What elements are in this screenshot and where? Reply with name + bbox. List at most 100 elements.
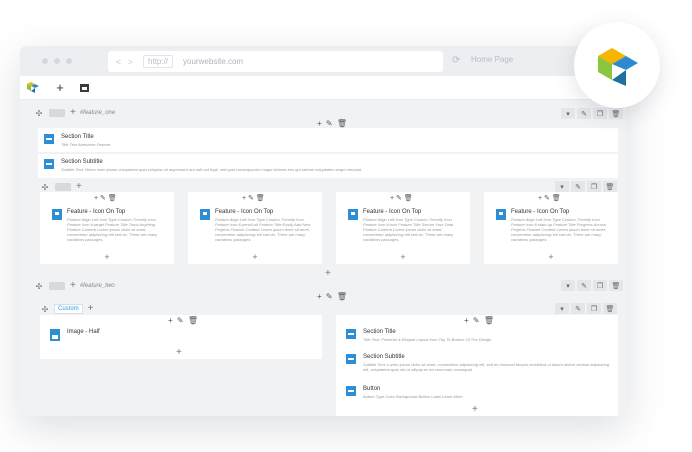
feature-icon	[348, 209, 358, 220]
row-toggle-icon[interactable]: ▾	[561, 108, 575, 119]
section-subtitle-icon	[44, 159, 54, 169]
image-icon	[50, 329, 60, 341]
visual-composer-logo-icon	[598, 48, 638, 86]
section-subtitle-element[interactable]: Section Subtitle Subtitle Text: Lorem ip…	[346, 354, 611, 372]
feature-controls[interactable]: + ✎ 🗑	[94, 194, 117, 202]
column-controls[interactable]: + ✎ 🗑	[317, 292, 348, 301]
row-toggle-icon[interactable]: ▾	[561, 280, 575, 291]
address-bar[interactable]: < > http:// yourwebsite.com	[108, 51, 443, 72]
element-subtitle: Button Type Color Background Button Labe…	[363, 394, 463, 399]
url-text[interactable]: yourwebsite.com	[183, 57, 243, 66]
feature-card[interactable]: + ✎ 🗑 Feature - Icon On Top Feature Alig…	[336, 192, 470, 264]
element-title: Section Subtitle	[363, 354, 405, 360]
row-layout-icon[interactable]	[49, 282, 65, 290]
feature-body: Feature Align Left Icon Type Custom Them…	[363, 217, 454, 242]
feature-add-button[interactable]: +	[188, 252, 322, 262]
inner-row-add-button[interactable]: +	[76, 182, 82, 192]
row-two-label: #feature_two	[79, 283, 115, 289]
feature-body: Feature Align Left Icon Type Custom Them…	[511, 217, 606, 242]
element-subtitle: Subtitle Text: Nemo enim ipsam voluptate…	[61, 167, 363, 172]
element-title: Image - Half	[67, 329, 100, 335]
custom-row-delete-icon[interactable]: 🗑	[603, 303, 617, 314]
vc-logo-badge	[574, 22, 660, 108]
window-dots	[42, 58, 72, 64]
feature-title: Feature - Icon On Top	[363, 209, 422, 215]
element-title: Section Subtitle	[61, 159, 103, 165]
button-icon	[346, 386, 356, 396]
button-element[interactable]: Button Button Type Color Background Butt…	[346, 386, 611, 399]
custom-row-bar: ✣ Custom +	[40, 303, 94, 315]
image-column-add-button[interactable]: +	[176, 347, 182, 358]
minimize-dot[interactable]	[54, 58, 60, 64]
nav-arrows-icon[interactable]: < >	[116, 57, 135, 67]
section-title-panel	[38, 128, 618, 152]
reload-icon[interactable]: ⟳	[452, 55, 460, 66]
feature-controls[interactable]: + ✎ 🗑	[538, 194, 561, 202]
custom-row-clone-icon[interactable]: ❐	[587, 303, 601, 314]
feature-title: Feature - Icon On Top	[511, 209, 570, 215]
image-half-element[interactable]: Image - Half	[50, 329, 100, 341]
row-drag-handle-icon[interactable]: ✣	[34, 282, 44, 291]
inner-row-toggle-icon[interactable]: ▾	[555, 181, 569, 192]
custom-row-drag-handle-icon[interactable]: ✣	[40, 305, 50, 314]
feature-icon	[496, 209, 506, 220]
element-title: Button	[363, 386, 381, 392]
row-delete-icon[interactable]: 🗑	[609, 108, 623, 119]
close-dot[interactable]	[42, 58, 48, 64]
stage: < > http:// yourwebsite.com ⟳ Home Page …	[0, 0, 692, 452]
row-one-bar: ✣ + #feature_one	[34, 107, 116, 119]
row-one-label: #feature_one	[79, 110, 116, 116]
row-one-controls: ▾ ✎ ❐ 🗑	[561, 108, 623, 119]
column-controls[interactable]: + ✎ 🗑	[168, 316, 199, 325]
feature-add-button[interactable]: +	[40, 252, 174, 262]
layout-icon[interactable]	[80, 83, 89, 92]
row-one-add-button[interactable]: +	[325, 268, 331, 279]
feature-add-button[interactable]: +	[336, 252, 470, 262]
feature-card[interactable]: + ✎ 🗑 Feature - Icon On Top Feature Alig…	[484, 192, 618, 264]
content-column-add-button[interactable]: +	[472, 404, 478, 415]
content-column: + ✎ 🗑 Section Title Title Text: Powerful…	[336, 315, 618, 416]
row-drag-handle-icon[interactable]: ✣	[34, 109, 44, 118]
inner-row-layout-icon[interactable]	[55, 183, 71, 191]
element-subtitle: Subtitle Text: Lorem ipsum dolor sit ame…	[363, 362, 609, 372]
element-title: Section Title	[363, 329, 396, 335]
inner-row-edit-icon[interactable]: ✎	[571, 181, 585, 192]
row-layout-icon[interactable]	[49, 109, 65, 117]
section-title-element[interactable]: Section Title Title Text Awesome Feature	[44, 134, 110, 147]
feature-icon	[52, 209, 62, 220]
browser-chrome: < > http:// yourwebsite.com ⟳ Home Page	[20, 46, 626, 76]
feature-controls[interactable]: + ✎ 🗑	[390, 194, 413, 202]
section-subtitle-element[interactable]: Section Subtitle Subtitle Text: Nemo eni…	[44, 159, 604, 172]
add-element-button[interactable]: +	[54, 81, 66, 94]
custom-row-controls: ▾ ✎ ❐ 🗑	[555, 303, 617, 314]
element-title: Section Title	[61, 134, 94, 140]
custom-row-add-button[interactable]: +	[88, 304, 94, 314]
inner-row-delete-icon[interactable]: 🗑	[603, 181, 617, 192]
section-title-icon	[346, 329, 356, 339]
row-add-button[interactable]: +	[70, 108, 76, 118]
custom-layout-tag[interactable]: Custom	[54, 304, 83, 314]
home-page-label: Home Page	[471, 55, 514, 64]
inner-row-clone-icon[interactable]: ❐	[587, 181, 601, 192]
column-controls[interactable]: + ✎ 🗑	[317, 119, 348, 128]
feature-body: Feature Align Left Icon Type Custom Them…	[215, 217, 311, 242]
inner-row-drag-handle-icon[interactable]: ✣	[40, 183, 50, 192]
row-add-button[interactable]: +	[70, 281, 76, 291]
row-delete-icon[interactable]: 🗑	[609, 280, 623, 291]
row-edit-icon[interactable]: ✎	[577, 108, 591, 119]
row-clone-icon[interactable]: ❐	[593, 280, 607, 291]
feature-card[interactable]: + ✎ 🗑 Feature - Icon On Top Feature Alig…	[40, 192, 174, 264]
custom-row-toggle-icon[interactable]: ▾	[555, 303, 569, 314]
row-two-controls: ▾ ✎ ❐ 🗑	[561, 280, 623, 291]
url-protocol: http://	[143, 55, 174, 68]
custom-row-edit-icon[interactable]: ✎	[571, 303, 585, 314]
feature-controls[interactable]: + ✎ 🗑	[242, 194, 265, 202]
maximize-dot[interactable]	[66, 58, 72, 64]
image-column: + ✎ 🗑 Image - Half +	[40, 315, 322, 359]
section-title-element[interactable]: Section Title Title Text: Powerful & Ele…	[346, 329, 611, 342]
feature-add-button[interactable]: +	[484, 252, 618, 262]
row-clone-icon[interactable]: ❐	[593, 108, 607, 119]
feature-card[interactable]: + ✎ 🗑 Feature - Icon On Top Feature Alig…	[188, 192, 322, 264]
column-controls[interactable]: + ✎ 🗑	[464, 316, 495, 325]
row-edit-icon[interactable]: ✎	[577, 280, 591, 291]
